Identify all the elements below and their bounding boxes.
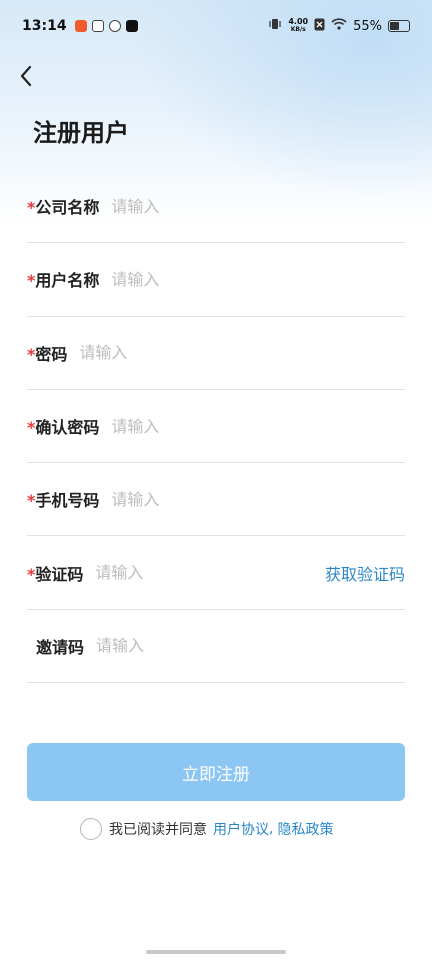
invite-code-label: 邀请码: [36, 637, 85, 657]
sim-icon: [314, 18, 325, 35]
network-speed-unit: KB/s: [290, 26, 306, 33]
company-name-label: *公司名称: [27, 198, 100, 218]
agreement-separator: ,: [269, 821, 274, 837]
phone-input[interactable]: [111, 489, 405, 509]
app-notification-icon: [74, 20, 87, 32]
vibrate-icon: [268, 17, 282, 35]
company-name-field: *公司名称: [27, 170, 405, 244]
get-verification-code-button[interactable]: 获取验证码: [325, 561, 405, 585]
notification-icons: [74, 20, 138, 32]
tiktok-icon: [125, 20, 138, 32]
invite-code-input[interactable]: [96, 636, 405, 656]
phone-label: *手机号码: [27, 491, 100, 511]
password-input[interactable]: [79, 343, 405, 363]
network-speed-value: 4.00: [288, 17, 309, 26]
confirm-password-field: *确认密码: [27, 390, 405, 464]
username-field: *用户名称: [27, 243, 405, 317]
agreement-row: 我已阅读并同意 用户协议 , 隐私政策: [80, 818, 333, 840]
invite-code-field: 邀请码: [27, 610, 405, 684]
password-label: *密码: [27, 344, 68, 364]
company-name-input[interactable]: [111, 196, 405, 216]
status-right: 4.00 KB/s 55%: [268, 0, 410, 52]
chevron-left-icon: [20, 65, 32, 87]
agreement-text: 我已阅读并同意: [109, 822, 207, 838]
username-input[interactable]: [111, 269, 405, 289]
back-button[interactable]: [10, 60, 42, 92]
app-notification-icon: [91, 20, 104, 32]
confirm-password-input[interactable]: [111, 416, 405, 436]
privacy-policy-link[interactable]: 隐私政策: [277, 819, 333, 839]
page-title: 注册用户: [33, 119, 129, 147]
user-agreement-link[interactable]: 用户协议: [213, 819, 269, 839]
network-speed: 4.00 KB/s: [288, 18, 308, 34]
home-indicator[interactable]: [146, 950, 286, 954]
status-bar: 13:14 4.00 KB/s 55%: [0, 0, 432, 52]
battery-icon: [388, 20, 410, 32]
app-notification-icon: [108, 20, 121, 32]
username-label: *用户名称: [27, 271, 100, 291]
verification-code-field: *验证码 获取验证码: [27, 536, 405, 610]
phone-field: *手机号码: [27, 463, 405, 537]
status-time: 13:14: [22, 18, 67, 34]
verification-code-label: *验证码: [27, 564, 84, 584]
wifi-icon: [331, 18, 347, 34]
password-field: *密码: [27, 317, 405, 390]
verification-code-input[interactable]: [95, 563, 325, 583]
battery-level: 55%: [353, 18, 382, 34]
agree-radio[interactable]: [80, 818, 102, 840]
registration-form: *公司名称 *用户名称 *密码 *确认密码 *手机号码 *验证码 获取验证码 邀…: [27, 170, 405, 684]
confirm-password-label: *确认密码: [27, 418, 100, 438]
register-button[interactable]: 立即注册: [27, 743, 405, 801]
